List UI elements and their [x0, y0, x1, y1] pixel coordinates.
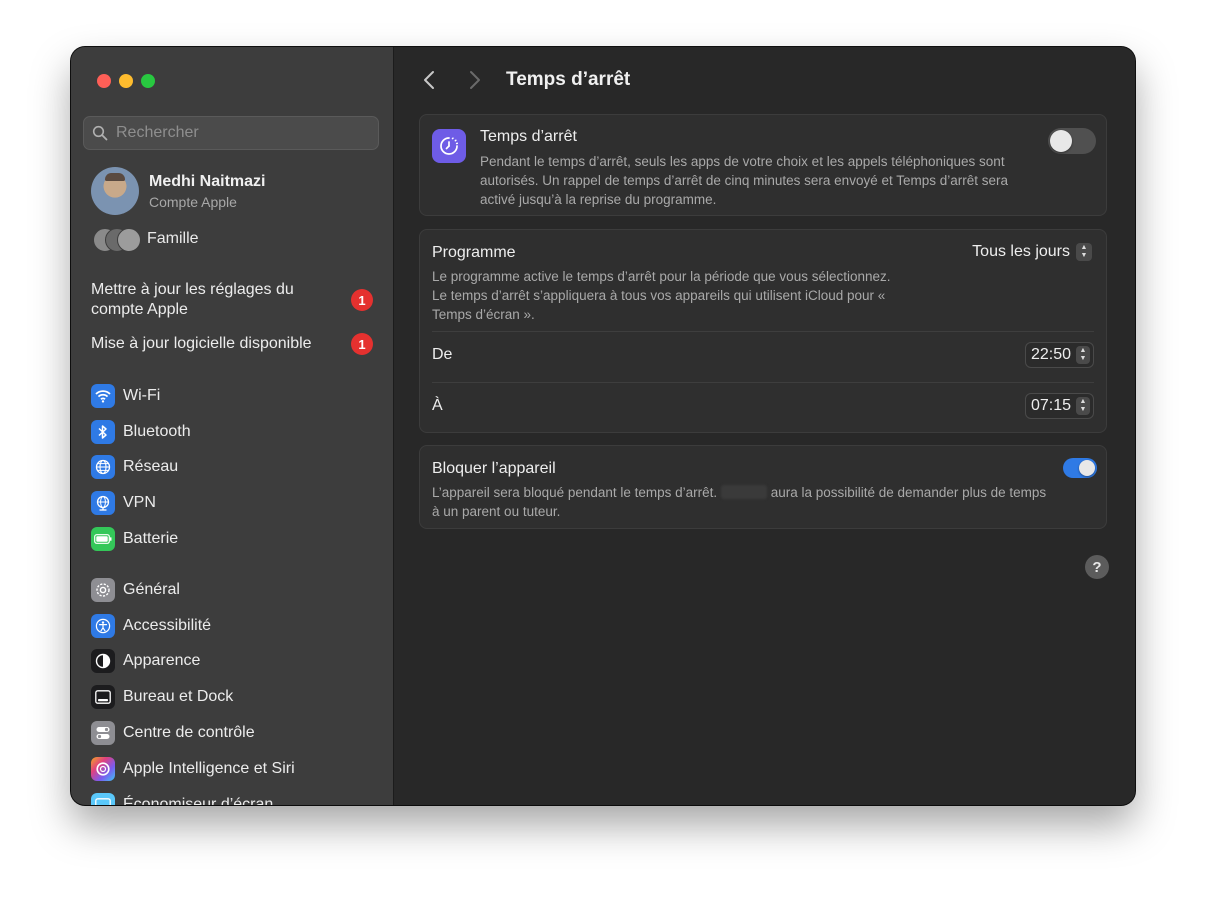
schedule-value: Tous les jours — [972, 243, 1070, 260]
sidebar-item-wifi[interactable]: Wi-Fi — [91, 378, 381, 414]
settings-window: Medhi Naitmazi Compte Apple Famille Mett… — [71, 47, 1135, 805]
block-device-description: L’appareil sera bloqué pendant le temps … — [432, 483, 1052, 521]
sidebar-item-label: Apparence — [123, 652, 201, 670]
downtime-description: Pendant le temps d’arrêt, seuls les apps… — [480, 154, 1009, 207]
downtime-icon — [432, 129, 466, 163]
appearance-icon — [91, 649, 115, 674]
search-field[interactable] — [83, 116, 379, 150]
screensaver-icon — [91, 792, 115, 805]
alert-update-account-settings[interactable]: Mettre à jour les réglages du compte App… — [91, 280, 373, 320]
sidebar-item-desktop-dock[interactable]: Bureau et Dock — [91, 679, 381, 715]
sidebar-item-label: Bluetooth — [123, 422, 191, 440]
sidebar-item-control-center[interactable]: Centre de contrôle — [91, 715, 381, 751]
sidebar-item-label: Général — [123, 580, 180, 598]
forward-arrow-icon[interactable] — [464, 69, 484, 91]
toggle-knob — [1050, 130, 1072, 152]
help-button[interactable]: ? — [1085, 555, 1109, 579]
sidebar-item-label: Bureau et Dock — [123, 688, 234, 706]
notification-badge: 1 — [351, 289, 373, 311]
stepper-arrows-icon[interactable]: ▲ ▼ — [1076, 397, 1090, 415]
from-time-stepper[interactable]: 22:50 ▲ ▼ — [1024, 342, 1094, 368]
schedule-title: Programme — [432, 244, 516, 261]
sidebar-item-appearance[interactable]: Apparence — [91, 644, 381, 680]
sidebar-group-network: Wi-Fi Bluetooth Réseau VPN Batterie — [91, 378, 381, 557]
accessibility-icon — [91, 613, 115, 638]
sidebar-item-apple-intelligence-siri[interactable]: Apple Intelligence et Siri — [91, 751, 381, 787]
alert-label: Mise à jour logicielle disponible — [91, 335, 312, 352]
alert-label: Mettre à jour les réglages du compte App… — [91, 281, 294, 318]
apple-account-item[interactable]: Medhi Naitmazi Compte Apple — [91, 167, 265, 215]
to-label: À — [432, 397, 443, 414]
sidebar-item-battery[interactable]: Batterie — [91, 521, 381, 557]
toolbar: Temps d’arrêt — [394, 47, 1135, 113]
to-time-stepper[interactable]: 07:15 ▲ ▼ — [1024, 393, 1094, 419]
window-controls — [97, 74, 155, 88]
sidebar-item-label: VPN — [123, 494, 156, 512]
siri-icon — [91, 756, 115, 781]
sidebar-item-label: Accessibilité — [123, 616, 212, 634]
chevron-up-down-icon: ▲ ▼ — [1076, 243, 1092, 261]
zoom-window-button[interactable] — [141, 74, 155, 88]
back-arrow-icon[interactable] — [420, 69, 440, 91]
sidebar-item-label: Apple Intelligence et Siri — [123, 759, 295, 777]
bluetooth-icon — [91, 419, 115, 444]
close-window-button[interactable] — [97, 74, 111, 88]
downtime-card: Temps d’arrêt Pendant le temps d’arrêt, … — [419, 114, 1107, 216]
control-center-icon — [91, 721, 115, 746]
sidebar-item-general[interactable]: Général — [91, 572, 381, 608]
family-label: Famille — [147, 230, 199, 247]
vpn-globe-icon — [91, 491, 115, 516]
from-label: De — [432, 346, 453, 363]
avatar — [91, 167, 139, 215]
sidebar-item-screensaver[interactable]: Économiseur d’écran — [91, 787, 381, 805]
divider — [432, 382, 1094, 383]
block-device-title: Bloquer l’appareil — [432, 460, 556, 477]
notification-badge: 1 — [351, 333, 373, 355]
family-item[interactable]: Famille — [93, 228, 199, 252]
account-name: Medhi Naitmazi — [149, 172, 266, 190]
battery-icon — [91, 527, 115, 552]
redacted-name — [720, 485, 767, 499]
to-time-value[interactable]: 07:15 — [1031, 397, 1071, 415]
block-desc-before: L’appareil sera bloqué pendant le temps … — [432, 485, 718, 500]
family-avatars — [93, 228, 141, 252]
sidebar: Medhi Naitmazi Compte Apple Famille Mett… — [71, 47, 394, 805]
stepper-arrows-icon[interactable]: ▲ ▼ — [1076, 346, 1090, 364]
from-time-value[interactable]: 22:50 — [1031, 346, 1071, 364]
search-input[interactable] — [114, 123, 368, 143]
gear-icon — [91, 577, 115, 602]
block-device-toggle[interactable] — [1063, 458, 1097, 478]
globe-icon — [91, 455, 115, 480]
sidebar-item-accessibility[interactable]: Accessibilité — [91, 608, 381, 644]
sidebar-item-label: Centre de contrôle — [123, 724, 255, 742]
schedule-popup-button[interactable]: Tous les jours ▲ ▼ — [972, 243, 1092, 261]
sidebar-item-label: Économiseur d’écran — [123, 795, 274, 805]
sidebar-item-label: Réseau — [123, 458, 179, 476]
sidebar-item-label: Wi-Fi — [123, 386, 161, 404]
minimize-window-button[interactable] — [119, 74, 133, 88]
main-pane: Temps d’arrêt Temps d’arrêt Pendant le t… — [394, 47, 1135, 805]
downtime-title: Temps d’arrêt — [480, 128, 577, 145]
search-icon — [92, 125, 108, 141]
toggle-knob — [1079, 460, 1095, 476]
block-device-card: Bloquer l’appareil L’appareil sera bloqu… — [419, 445, 1107, 529]
divider — [432, 331, 1094, 332]
dock-icon — [91, 685, 115, 710]
sidebar-item-vpn[interactable]: VPN — [91, 485, 381, 521]
schedule-card: Programme Le programme active le temps d… — [419, 229, 1107, 433]
wifi-icon — [91, 383, 115, 408]
page-title: Temps d’arrêt — [506, 69, 631, 90]
sidebar-item-label: Batterie — [123, 530, 179, 548]
account-subtitle: Compte Apple — [149, 193, 237, 210]
sidebar-group-system: Général Accessibilité Apparence Bureau e… — [91, 572, 381, 805]
alert-software-update[interactable]: Mise à jour logicielle disponible 1 — [91, 333, 373, 355]
downtime-toggle[interactable] — [1048, 128, 1096, 154]
sidebar-item-network[interactable]: Réseau — [91, 450, 381, 486]
schedule-description: Le programme active le temps d’arrêt pou… — [432, 269, 891, 322]
sidebar-item-bluetooth[interactable]: Bluetooth — [91, 414, 381, 450]
